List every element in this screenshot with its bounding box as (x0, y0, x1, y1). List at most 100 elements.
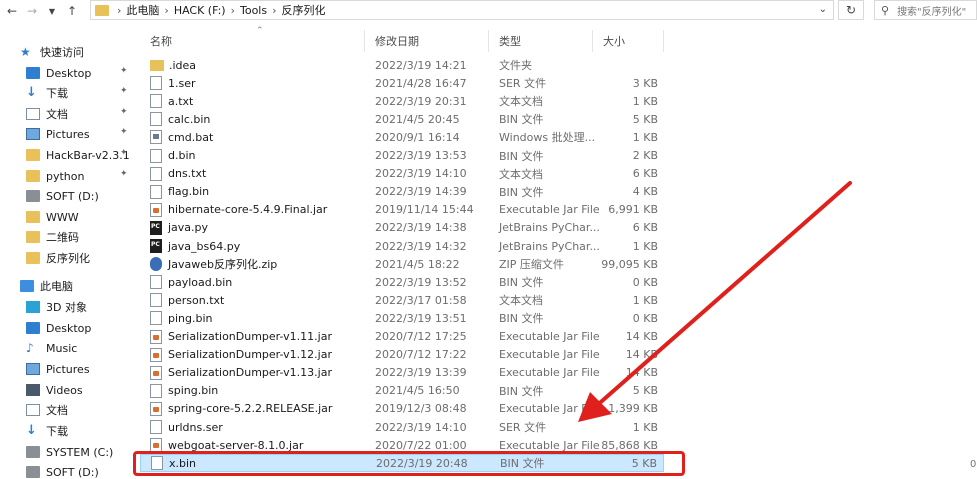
table-row-selected[interactable]: x.bin 2022/3/19 20:48 BIN 文件 5 KB (140, 454, 664, 473)
pin-icon[interactable]: ✦ (120, 148, 128, 158)
table-row[interactable]: java_bs64.py 2022/3/19 14:32 JetBrains PyC… (140, 237, 664, 255)
3d-objects-icon (26, 301, 40, 313)
breadcrumb-drive[interactable]: HACK (F:) (174, 4, 226, 17)
file-type: ZIP 压缩文件 (499, 258, 564, 272)
table-row[interactable]: webgoat-server-8.1.0.jar 2020/7/22 01:00 E… (140, 436, 664, 454)
pin-icon[interactable]: ✦ (120, 86, 128, 96)
table-row[interactable]: person.txt 2022/3/17 01:58 文本文档 1 KB (140, 291, 664, 309)
table-row[interactable]: spring-core-5.2.2.RELEASE.jar 2019/12/3 0… (140, 400, 664, 418)
up-arrow-icon[interactable]: ↑ (64, 3, 80, 19)
chevron-right-icon[interactable]: › (231, 4, 235, 17)
table-row[interactable]: hibernate-core-5.4.9.Final.jar 2019/11/14… (140, 201, 664, 219)
table-row[interactable]: payload.bin 2022/3/19 13:52 BIN 文件 0 KB (140, 273, 664, 291)
sidebar-item-downloads[interactable]: ↓ 下载 ✦ (26, 83, 128, 103)
sidebar-item-qrcode[interactable]: 二维码 (26, 227, 79, 247)
table-row[interactable]: SerializationDumper-v1.13.jar 2022/3/19 1… (140, 364, 664, 382)
table-row[interactable]: Javaweb反序列化.zip 2021/4/5 18:22 ZIP 压缩文件 99,… (140, 255, 664, 273)
table-row[interactable]: urldns.ser 2022/3/19 14:10 SER 文件 1 KB (140, 418, 664, 436)
table-row[interactable]: a.txt 2022/3/19 20:31 文本文档 1 KB (140, 92, 664, 110)
chevron-down-icon[interactable]: ⌄ (819, 4, 827, 15)
file-type: JetBrains PyChar... (499, 221, 600, 235)
chevron-right-icon[interactable]: › (117, 4, 121, 17)
sidebar-item-soft-d[interactable]: SOFT (D:) (26, 186, 99, 206)
file-name-cell: payload.bin (150, 275, 232, 290)
table-row[interactable]: SerializationDumper-v1.11.jar 2020/7/12 1… (140, 328, 664, 346)
folder-icon (26, 211, 40, 223)
breadcrumb-this-pc[interactable]: 此电脑 (126, 2, 159, 18)
file-type: Executable Jar File (499, 203, 600, 217)
table-row[interactable]: .idea 2022/3/19 14:21 文件夹 (140, 56, 664, 74)
table-row[interactable]: java.py 2022/3/19 14:38 JetBrains PyChar..… (140, 219, 664, 237)
sidebar-item-python[interactable]: python ✦ (26, 166, 128, 186)
forward-arrow-icon[interactable]: → (24, 3, 40, 19)
table-row[interactable]: calc.bin 2021/4/5 20:45 BIN 文件 5 KB (140, 110, 664, 128)
drive-icon (26, 446, 40, 458)
table-row[interactable]: flag.bin 2022/3/19 14:39 BIN 文件 4 KB (140, 183, 664, 201)
sidebar-item-desktop[interactable]: Desktop ✦ (26, 63, 128, 83)
pin-icon[interactable]: ✦ (120, 127, 128, 137)
pin-icon[interactable]: ✦ (120, 66, 128, 76)
file-type: Executable Jar File (499, 366, 600, 380)
file-size: 99,095 KB (601, 257, 658, 271)
column-header-size[interactable]: 大小 (593, 30, 664, 52)
refresh-button[interactable]: ↻ (838, 0, 864, 20)
search-input[interactable]: ⚲ 搜索"反序列化" (874, 0, 977, 20)
file-name: SerializationDumper-v1.13.jar (168, 366, 332, 380)
sidebar-item-quick-access[interactable]: ★ 快速访问 (20, 42, 84, 62)
sidebar-item-downloads-pc[interactable]: ↓ 下载 (26, 421, 68, 441)
chevron-right-icon[interactable]: › (164, 4, 168, 17)
breadcrumb-current-folder[interactable]: 反序列化 (282, 2, 326, 18)
file-size: 85,868 KB (601, 438, 658, 452)
search-placeholder: 搜索"反序列化" (897, 6, 967, 18)
pin-icon[interactable]: ✦ (120, 107, 128, 117)
sidebar-item-pictures[interactable]: Pictures ✦ (26, 124, 128, 144)
sidebar-item-label: Desktop (46, 321, 92, 335)
sidebar-item-3d-objects[interactable]: 3D 对象 (26, 297, 87, 317)
file-size: 2 KB (632, 149, 658, 162)
file-file-icon (150, 166, 162, 181)
recent-dropdown-icon[interactable]: ▼ (44, 3, 60, 19)
file-type: BIN 文件 (499, 113, 544, 127)
sidebar-item-desktop-pc[interactable]: Desktop (26, 318, 91, 338)
table-row[interactable]: ping.bin 2022/3/19 13:51 BIN 文件 0 KB (140, 309, 664, 327)
table-row[interactable]: d.bin 2022/3/19 13:53 BIN 文件 2 KB (140, 147, 664, 165)
sidebar-item-documents[interactable]: 文档 ✦ (26, 104, 128, 124)
sidebar-item-www[interactable]: WWW (26, 207, 79, 227)
table-row[interactable]: sping.bin 2021/4/5 16:50 BIN 文件 5 KB (140, 382, 664, 400)
table-row[interactable]: dns.txt 2022/3/19 14:10 文本文档 6 KB (140, 165, 664, 183)
file-name-cell: flag.bin (150, 184, 209, 199)
table-row[interactable]: 1.ser 2021/4/28 16:47 SER 文件 3 KB (140, 74, 664, 92)
file-name: sping.bin (168, 384, 219, 398)
sidebar-item-deserialization[interactable]: 反序列化 (26, 248, 90, 268)
file-date: 2022/3/19 14:39 (375, 185, 467, 199)
table-row[interactable]: SerializationDumper-v1.12.jar 2020/7/12 1… (140, 346, 664, 364)
file-file-icon (150, 94, 162, 109)
sidebar-item-this-pc[interactable]: 此电脑 (20, 276, 73, 296)
column-header-label: 大小 (603, 35, 625, 48)
file-date: 2021/4/28 16:47 (375, 76, 467, 90)
file-name: cmd.bat (168, 130, 214, 144)
file-type: BIN 文件 (499, 312, 544, 326)
sidebar-item-soft-d-pc[interactable]: SOFT (D:) (26, 462, 99, 479)
back-arrow-icon[interactable]: ← (4, 3, 20, 19)
file-type: Executable Jar File (499, 348, 600, 362)
chevron-right-icon[interactable]: › (272, 4, 276, 17)
sidebar-item-music[interactable]: ♪ Music (26, 338, 77, 358)
column-header-type[interactable]: 类型 (489, 30, 593, 52)
column-header-date[interactable]: 修改日期 (365, 30, 489, 52)
sidebar-item-documents-pc[interactable]: 文档 (26, 400, 68, 420)
file-date: 2022/3/19 14:21 (375, 58, 467, 72)
sidebar-item-system-c[interactable]: SYSTEM (C:) (26, 442, 113, 462)
file-date: 2019/12/3 08:48 (375, 402, 467, 416)
sidebar-item-videos[interactable]: Videos (26, 380, 83, 400)
file-name-cell: dns.txt (150, 166, 206, 181)
column-header-name[interactable]: 名称 (140, 30, 365, 52)
file-name: java.py (168, 221, 209, 235)
address-bar[interactable]: › 此电脑 › HACK (F:) › Tools › 反序列化 ⌄ (90, 0, 834, 20)
sidebar-item-hackbar[interactable]: HackBar-v2.3.1 ✦ (26, 145, 130, 165)
sidebar-item-label: 文档 (46, 108, 68, 121)
sidebar-item-pictures-pc[interactable]: Pictures (26, 359, 90, 379)
table-row[interactable]: cmd.bat 2020/9/1 16:14 Windows 批处理... 1 KB (140, 128, 664, 146)
breadcrumb-tools[interactable]: Tools (240, 4, 267, 17)
pin-icon[interactable]: ✦ (120, 169, 128, 179)
